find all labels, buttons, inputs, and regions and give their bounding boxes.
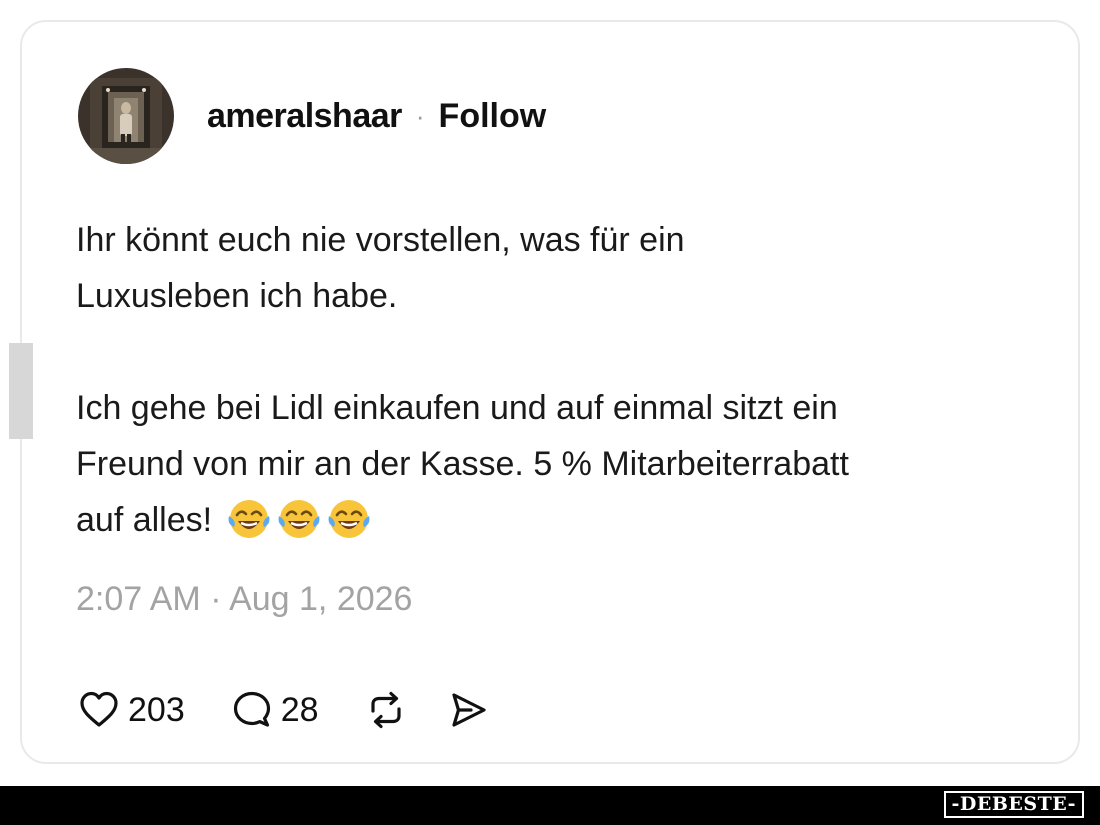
side-watermark xyxy=(9,343,33,439)
heart-icon xyxy=(78,689,120,731)
post-line-last: auf alles! xyxy=(76,492,1036,548)
footer-bar: -DEBESTE- xyxy=(0,786,1100,825)
repost-icon xyxy=(365,689,407,731)
repost-button[interactable] xyxy=(365,689,407,731)
post-line-text: auf alles! xyxy=(76,501,213,539)
face-with-tears-of-joy-icon xyxy=(276,498,322,540)
post-text: Ihr könnt euch nie vorstellen, was für e… xyxy=(76,212,1036,548)
separator-dot: · xyxy=(415,100,425,131)
post-timestamp[interactable]: 2:07 AM · Aug 1, 2026 xyxy=(76,580,412,619)
post-line: Ihr könnt euch nie vorstellen, was für e… xyxy=(76,221,685,259)
like-count: 203 xyxy=(128,690,185,729)
post-line: Freund von mir an der Kasse. 5 % Mitarbe… xyxy=(76,445,849,483)
face-with-tears-of-joy-icon xyxy=(226,498,272,540)
follow-button[interactable]: Follow xyxy=(439,97,547,136)
username[interactable]: ameralshaar xyxy=(207,97,402,136)
post-line: Ich gehe bei Lidl einkaufen und auf einm… xyxy=(76,389,838,427)
like-button[interactable]: 203 xyxy=(78,689,185,731)
watermark-logo: -DEBESTE- xyxy=(943,791,1084,818)
face-with-tears-of-joy-icon xyxy=(326,498,372,540)
share-button[interactable] xyxy=(447,689,489,731)
speech-bubble-icon xyxy=(231,689,273,731)
action-bar: 203 28 xyxy=(78,686,489,734)
post-line: Luxusleben ich habe. xyxy=(76,277,398,315)
reply-count: 28 xyxy=(280,690,319,729)
post-header: ameralshaar · Follow xyxy=(78,68,546,164)
send-icon xyxy=(447,689,489,731)
reply-button[interactable]: 28 xyxy=(231,689,319,731)
post-card: ameralshaar · Follow Ihr könnt euch nie … xyxy=(20,20,1080,764)
avatar[interactable] xyxy=(78,68,174,164)
